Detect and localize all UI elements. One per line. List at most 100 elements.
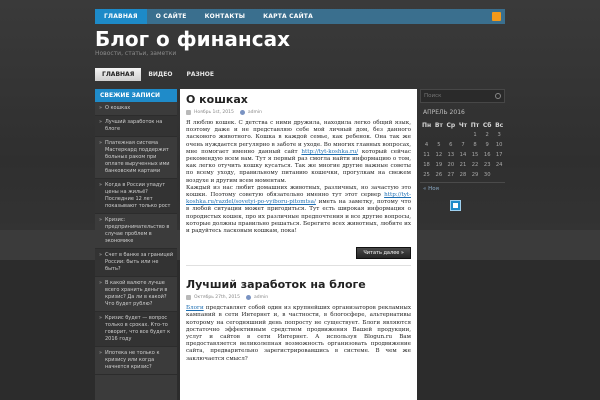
calendar-day [420,130,433,140]
calendar-day [493,170,505,180]
calendar-week: 25 26 27 28 29 30 [420,170,505,180]
calendar-day: 12 [435,152,443,158]
top-navigation: ГЛАВНАЯ О САЙТЕ КОНТАКТЫ КАРТА САЙТА [95,9,505,24]
main-content: О кошках Ноябрь 1st, 2015 admin Я люблю … [180,89,417,400]
menu-item-video[interactable]: ВИДЕО [141,68,179,81]
calendar-icon [186,295,191,301]
weekday: Сб [482,121,492,129]
post-author[interactable]: admin [254,295,268,300]
search-box [420,89,505,103]
post-date: Ноябрь 1st, 2015 [194,110,234,115]
post-body: Я люблю кошек. С детства с ними дружила,… [186,120,411,235]
calendar-day: 15 [471,152,479,158]
post-meta: Ноябрь 1st, 2015 admin [186,110,411,115]
search-icon[interactable] [495,93,501,99]
calendar-title: АПРЕЛЬ 2016 [423,109,465,116]
calendar-icon [186,110,191,115]
left-sidebar: СВЕЖИЕ ЗАПИСИ О кошках Лучший заработок … [95,89,177,400]
calendar-day: 30 [483,172,491,178]
weekday: Пт [470,121,480,129]
calendar: Пн Вт Ср Чт Пт Сб Вс 1 2 3 4 5 6 7 8 9 10 11 12 13 14… [420,120,505,180]
post-meta: Октябрь 27th, 2015 admin [186,295,411,301]
calendar-week: 1 2 3 [420,130,505,140]
weekday: Чт [458,121,468,129]
calendar-day: 2 [485,132,489,138]
calendar-week: 18 19 20 21 22 23 24 [420,160,505,170]
menu-item-misc[interactable]: РАЗНОЕ [179,68,221,81]
calendar-day: 22 [471,162,479,168]
calendar-day: 1 [473,132,477,138]
calendar-day: 16 [483,152,491,158]
weekday: Ср [446,121,456,129]
search-input[interactable] [424,93,494,99]
site-description: Новости, статьи, заметки [95,50,177,57]
calendar-day: 13 [447,152,455,158]
calendar-day [457,130,469,140]
topnav-about[interactable]: О САЙТЕ [147,9,196,24]
recent-post-link[interactable]: Ипотека не только к кризису или когда на… [95,347,177,375]
calendar-day: 10 [495,142,503,148]
post-blog-earnings: Лучший заработок на блоге Октябрь 27th, … [180,274,417,363]
site-title[interactable]: Блог о финансах [95,27,290,51]
weekday: Вт [434,121,443,129]
recent-posts-heading: СВЕЖИЕ ЗАПИСИ [95,89,177,102]
calendar-day: 25 [423,172,430,178]
calendar-day: 21 [459,162,467,168]
read-more-wrap: Читать далее » [186,239,411,260]
calendar-day: 14 [459,152,467,158]
calendar-day: 6 [449,142,453,148]
calendar-day: 9 [485,142,489,148]
calendar-day: 20 [447,162,455,168]
post-link-blogs[interactable]: Блоги [186,305,204,311]
calendar-day [445,130,457,140]
recent-post-link[interactable]: Платежная система Мастеркард поддержит б… [95,137,177,179]
recent-posts-list: О кошках Лучший заработок на блоге Плате… [95,102,177,375]
post-text: представляет собой один из крупнейших ор… [186,305,411,362]
recent-post-link[interactable]: Лучший заработок на блоге [95,116,177,137]
post-link-koshka[interactable]: http://tyt-koshka.ru/ [301,149,358,155]
calendar-day: 29 [471,172,479,178]
calendar-day: 28 [459,172,467,178]
main-menu: ГЛАВНАЯ ВИДЕО РАЗНОЕ [95,68,505,81]
post-divider [186,265,411,267]
calendar-divider [420,182,505,183]
page-wrapper: ГЛАВНАЯ О САЙТЕ КОНТАКТЫ КАРТА САЙТА Бло… [93,0,507,400]
calendar-prev-link[interactable]: « Ноя [420,186,505,192]
recent-post-link[interactable]: Кризис: предпринимательство в случае про… [95,214,177,249]
rss-icon[interactable] [492,12,501,21]
calendar-day: 5 [437,142,441,148]
weekday: Пн [421,121,432,129]
calendar-day: 26 [435,172,443,178]
recent-post-link[interactable]: О кошках [95,102,177,116]
post-date: Октябрь 27th, 2015 [194,295,240,301]
topnav-home[interactable]: ГЛАВНАЯ [95,9,147,24]
calendar-week: 4 5 6 7 8 9 10 [420,140,505,150]
calendar-day: 7 [461,142,465,148]
calendar-day: 4 [424,142,429,148]
read-more-button[interactable]: Читать далее » [356,247,411,260]
calendar-day: 17 [495,152,503,158]
calendar-day: 8 [473,142,477,148]
calendar-body: 1 2 3 4 5 6 7 8 9 10 11 12 13 14 15 16 17 18 19 20 21 22 23 24 2… [420,130,505,180]
calendar-day: 18 [423,162,430,168]
calendar-day: 3 [497,132,501,138]
calendar-day: 24 [495,162,503,168]
recent-post-link[interactable]: Когда в России упадут цены на жильё? Пос… [95,179,177,214]
calendar-day: 23 [483,162,491,168]
recent-post-link[interactable]: Счет в банке за границей России: быть ил… [95,249,177,277]
user-icon [239,110,245,115]
topnav-contacts[interactable]: КОНТАКТЫ [196,9,255,24]
recent-post-link[interactable]: В какой валюте лучше всего хранить деньг… [95,277,177,312]
user-icon [245,295,251,301]
post-title[interactable]: О кошках [186,93,411,106]
calendar-day [433,130,445,140]
right-sidebar: АПРЕЛЬ 2016 Пн Вт Ср Чт Пт Сб Вс 1234567… [420,89,505,400]
post-about-cats: О кошках Ноябрь 1st, 2015 admin Я люблю … [180,89,417,267]
calendar-day: 11 [423,152,430,158]
menu-item-home[interactable]: ГЛАВНАЯ [95,68,142,81]
topnav-sitemap[interactable]: КАРТА САЙТА [254,9,322,24]
post-author[interactable]: admin [248,110,262,115]
widget-icon[interactable] [450,200,461,211]
post-title[interactable]: Лучший заработок на блоге [186,278,411,291]
recent-post-link[interactable]: Кризис будет — вопрос только в сроках. К… [95,312,177,347]
